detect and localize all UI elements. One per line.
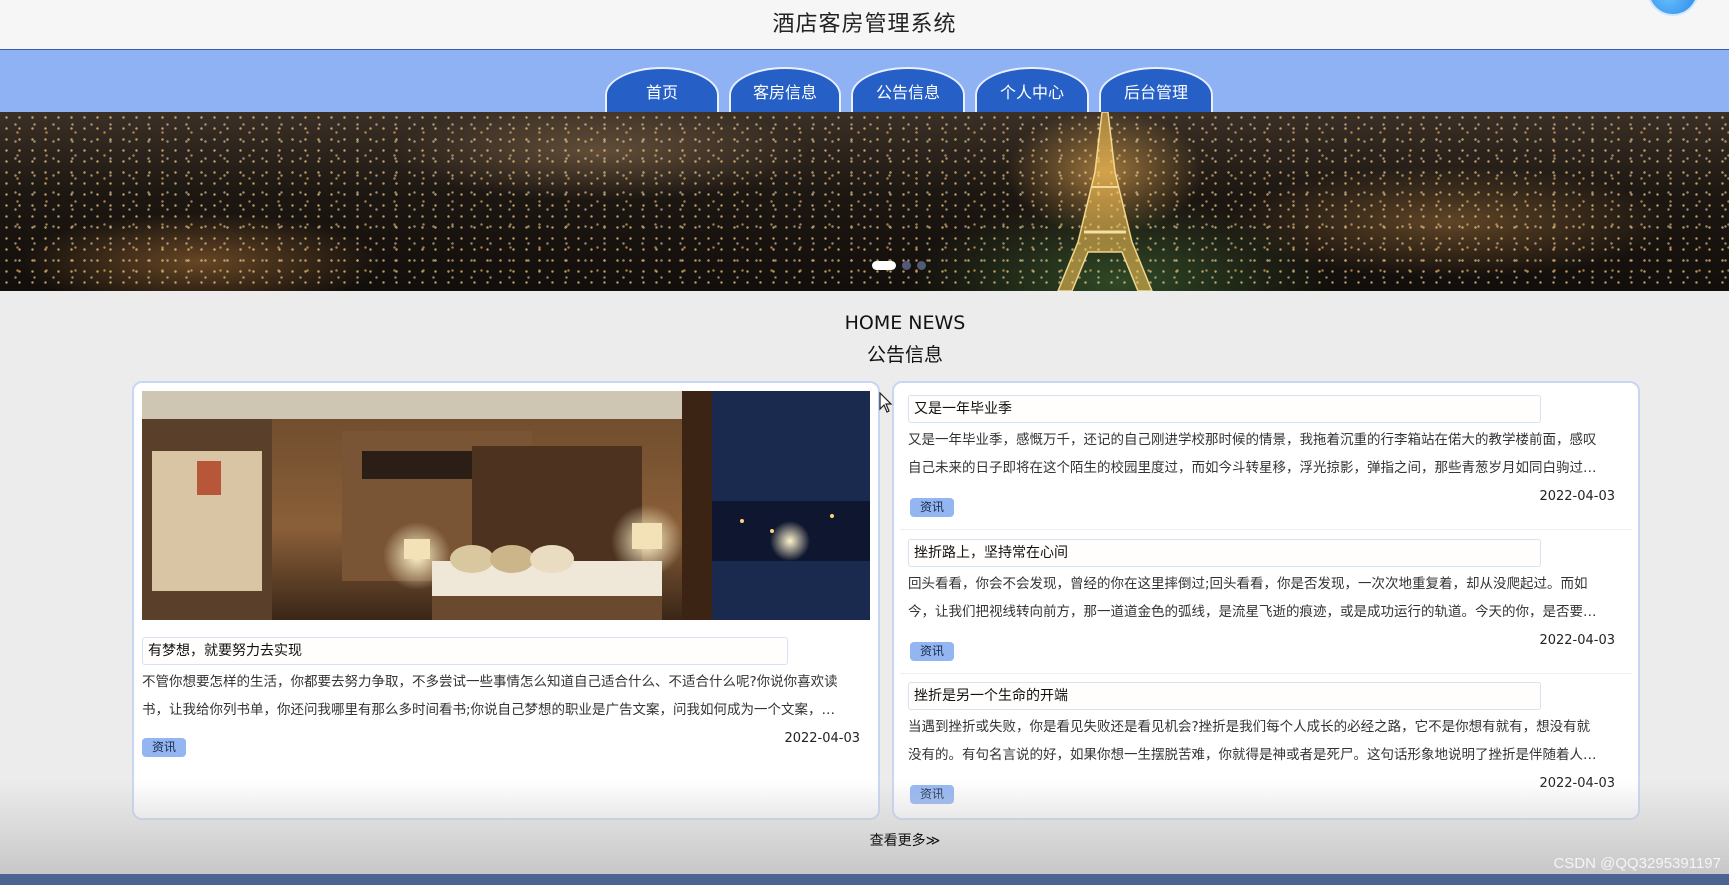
footer-bar <box>0 874 1729 885</box>
section-heading-cn: 公告信息 <box>866 344 943 366</box>
nav-tab-admin[interactable]: 后台管理 <box>1099 67 1213 112</box>
news-summary: 又是一年毕业季，感慨万千，还记的自己刚进学校那时候的情景，我拖着沉重的行李箱站在… <box>908 432 1597 476</box>
news-tag[interactable]: 资讯 <box>142 738 186 757</box>
carousel-indicators <box>872 260 932 270</box>
nav-tab-profile[interactable]: 个人中心 <box>975 67 1089 112</box>
featured-news-card[interactable]: 有梦想，就要努力去实现 不管你想要怎样的生活，你都要去努力争取，不多尝试一些事情… <box>132 381 880 820</box>
carousel-dot[interactable] <box>872 260 896 270</box>
nav-tab-rooms[interactable]: 客房信息 <box>729 67 841 112</box>
carousel-dot[interactable] <box>917 260 926 270</box>
section-heading-en: HOME NEWS <box>844 312 966 334</box>
news-tag[interactable]: 资讯 <box>910 498 954 517</box>
news-title[interactable]: 挫折路上，坚持常在心间 <box>908 539 1541 567</box>
view-more-link[interactable]: 查看更多≫ <box>0 830 1729 850</box>
hotel-room-image <box>142 391 870 620</box>
news-list-card: 又是一年毕业季 又是一年毕业季，感慨万千，还记的自己刚进学校那时候的情景，我拖着… <box>892 381 1640 820</box>
nav-tab-notices[interactable]: 公告信息 <box>851 67 965 112</box>
site-title: 酒店客房管理系统 <box>772 12 957 37</box>
news-summary: 当遇到挫折或失败，你是看见失败还是看见机会?挫折是我们每个人成长的必经之路，它不… <box>908 719 1597 763</box>
eiffel-tower-image <box>1057 112 1153 291</box>
carousel-dot[interactable] <box>902 260 911 270</box>
mouse-cursor-icon <box>879 392 893 413</box>
news-summary: 回头看看，你会不会发现，曾经的你在这里摔倒过;回头看看，你是否发现，一次次地重复… <box>908 576 1597 620</box>
news-date: 2022-04-03 <box>1539 633 1615 648</box>
news-title[interactable]: 有梦想，就要努力去实现 <box>142 637 788 665</box>
news-title[interactable]: 挫折是另一个生命的开端 <box>908 682 1541 710</box>
list-divider <box>900 673 1632 674</box>
nav-tabs: 首页 客房信息 公告信息 个人中心 后台管理 <box>605 67 1223 112</box>
banner-carousel[interactable] <box>0 112 1729 291</box>
news-title[interactable]: 又是一年毕业季 <box>908 395 1541 423</box>
watermark: CSDN @QQ3295391197 <box>1553 855 1721 872</box>
news-tag[interactable]: 资讯 <box>910 642 954 661</box>
news-date: 2022-04-03 <box>784 731 860 746</box>
news-tag[interactable]: 资讯 <box>910 785 954 804</box>
news-date: 2022-04-03 <box>1539 489 1615 504</box>
top-header: 酒店客房管理系统 <box>0 0 1729 50</box>
list-divider <box>900 529 1632 530</box>
main-nav: 首页 客房信息 公告信息 个人中心 后台管理 <box>0 50 1729 112</box>
banner-city-lights <box>0 112 1729 291</box>
news-date: 2022-04-03 <box>1539 776 1615 791</box>
nav-tab-home[interactable]: 首页 <box>605 67 719 112</box>
news-summary: 不管你想要怎样的生活，你都要去努力争取，不多尝试一些事情怎么知道自己适合什么、不… <box>142 674 838 718</box>
